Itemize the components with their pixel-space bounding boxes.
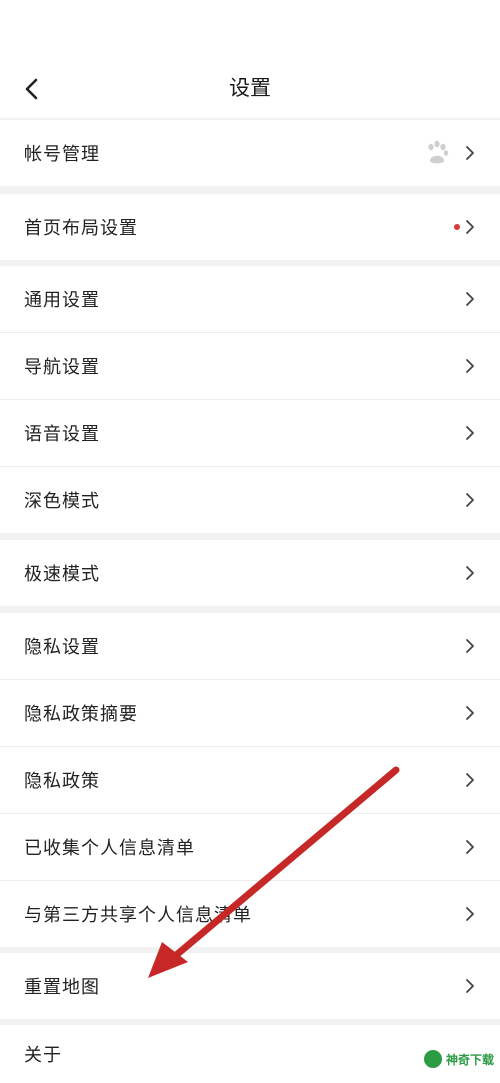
settings-row-navigation[interactable]: 导航设置 bbox=[0, 333, 500, 399]
chevron-right-icon bbox=[466, 292, 474, 306]
settings-row-third-party-sharing[interactable]: 与第三方共享个人信息清单 bbox=[0, 881, 500, 947]
top-bar: 设置 bbox=[0, 0, 500, 118]
row-label: 首页布局设置 bbox=[24, 218, 138, 239]
chevron-right-icon bbox=[466, 493, 474, 507]
watermark-logo-icon bbox=[423, 1050, 442, 1068]
row-label: 隐私政策摘要 bbox=[24, 704, 138, 725]
settings-row-home-layout[interactable]: 首页布局设置 bbox=[0, 194, 500, 260]
watermark-text: 神奇下载 bbox=[445, 1052, 494, 1067]
new-dot-badge bbox=[454, 224, 460, 230]
row-label: 关于 bbox=[24, 1045, 62, 1066]
row-label: 与第三方共享个人信息清单 bbox=[24, 905, 252, 926]
settings-row-privacy[interactable]: 隐私设置 bbox=[0, 613, 500, 679]
settings-row-reset-map[interactable]: 重置地图 bbox=[0, 953, 500, 1019]
chevron-right-icon bbox=[466, 773, 474, 787]
row-label: 深色模式 bbox=[24, 491, 100, 512]
settings-row-general[interactable]: 通用设置 bbox=[0, 266, 500, 332]
row-label: 语音设置 bbox=[24, 424, 100, 445]
settings-row-privacy-policy[interactable]: 隐私政策 bbox=[0, 747, 500, 813]
row-label: 导航设置 bbox=[24, 357, 100, 378]
chevron-right-icon bbox=[466, 426, 474, 440]
chevron-right-icon bbox=[466, 907, 474, 921]
settings-row-account[interactable]: 帐号管理 bbox=[0, 120, 500, 186]
row-label: 隐私设置 bbox=[24, 637, 100, 658]
chevron-right-icon bbox=[466, 639, 474, 653]
settings-row-speed-mode[interactable]: 极速模式 bbox=[0, 540, 500, 606]
chevron-right-icon bbox=[466, 979, 474, 993]
chevron-right-icon bbox=[466, 146, 474, 160]
row-label: 帐号管理 bbox=[24, 144, 100, 165]
chevron-right-icon bbox=[466, 359, 474, 373]
chevron-right-icon bbox=[466, 566, 474, 580]
row-label: 通用设置 bbox=[24, 290, 100, 311]
settings-row-dark-mode[interactable]: 深色模式 bbox=[0, 467, 500, 533]
row-label: 极速模式 bbox=[24, 564, 100, 585]
settings-row-voice[interactable]: 语音设置 bbox=[0, 400, 500, 466]
baidu-paw-icon bbox=[428, 140, 449, 164]
page-title: 设置 bbox=[229, 76, 271, 100]
row-label: 隐私政策 bbox=[24, 771, 100, 792]
row-label: 已收集个人信息清单 bbox=[24, 838, 195, 859]
settings-row-collected-info[interactable]: 已收集个人信息清单 bbox=[0, 814, 500, 880]
watermark: 神奇下载 bbox=[423, 1050, 494, 1068]
chevron-right-icon bbox=[466, 840, 474, 854]
row-label: 重置地图 bbox=[24, 977, 100, 998]
chevron-right-icon bbox=[466, 220, 474, 234]
chevron-right-icon bbox=[466, 706, 474, 720]
settings-row-privacy-summary[interactable]: 隐私政策摘要 bbox=[0, 680, 500, 746]
